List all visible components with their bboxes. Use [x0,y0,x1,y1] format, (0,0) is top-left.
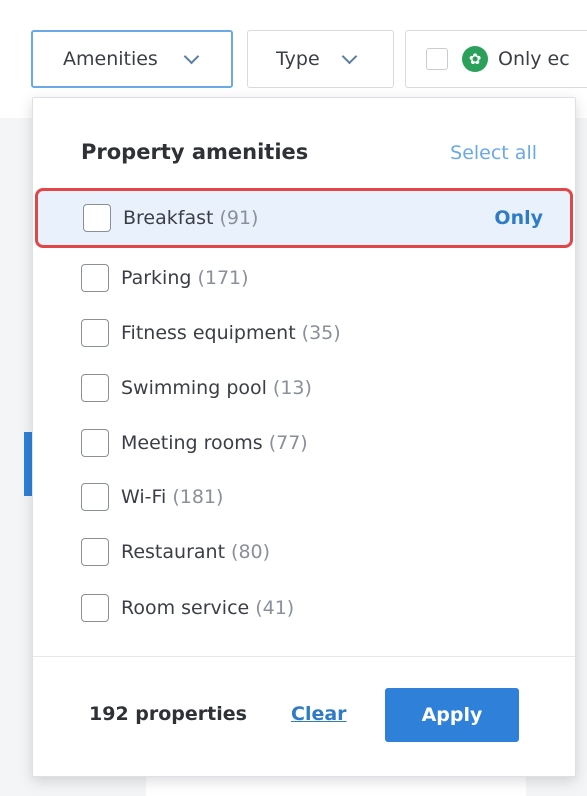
checkbox[interactable] [81,319,109,347]
type-filter-label: Type [276,48,320,70]
option-label: Fitness equipment [121,322,296,344]
amenity-option-fitness[interactable]: Fitness equipment (35) [35,305,573,361]
chevron-down-icon [183,48,200,64]
select-all-link[interactable]: Select all [450,142,537,164]
clear-link[interactable]: Clear [291,703,347,725]
eco-checkbox[interactable] [426,48,448,70]
checkbox[interactable] [83,204,111,232]
option-count: (181) [172,486,224,508]
amenity-option-pool[interactable]: Swimming pool (13) [35,360,573,416]
option-count: (91) [219,207,259,229]
checkbox[interactable] [81,594,109,622]
property-count: 192 properties [89,703,247,725]
only-link[interactable]: Only [494,207,543,229]
leaf-icon: ✿ [462,46,488,72]
amenities-filter-button[interactable]: Amenities [31,30,233,88]
type-filter-button[interactable]: Type [247,30,394,88]
dropdown-title: Property amenities [81,140,309,164]
dropdown-header: Property amenities Select all [33,98,575,190]
eco-filter-label: Only ec [498,48,570,70]
option-count: (80) [231,541,271,563]
option-count: (171) [197,267,249,289]
checkbox[interactable] [81,483,109,511]
amenity-option-room-service[interactable]: Room service (41) [35,580,573,636]
option-label: Meeting rooms [121,432,263,454]
amenity-option-breakfast[interactable]: Breakfast (91) Only [35,188,573,248]
option-label: Restaurant [121,541,226,563]
checkbox[interactable] [81,374,109,402]
amenity-option-wifi[interactable]: Wi-Fi (181) [35,469,573,525]
option-label: Swimming pool [121,377,267,399]
eco-filter-toggle[interactable]: ✿ Only ec [405,30,587,88]
checkbox[interactable] [81,429,109,457]
amenity-option-meeting-rooms[interactable]: Meeting rooms (77) [35,415,573,471]
apply-button[interactable]: Apply [385,688,519,742]
footer-divider [33,656,575,657]
amenity-option-parking[interactable]: Parking (171) [35,250,573,306]
amenity-option-restaurant[interactable]: Restaurant (80) [35,524,573,580]
amenities-dropdown: Property amenities Select all Breakfast … [32,97,576,777]
option-label: Room service [121,597,250,619]
amenities-filter-label: Amenities [63,48,158,70]
option-count: (77) [268,432,308,454]
option-label: Breakfast [123,207,214,229]
checkbox[interactable] [81,538,109,566]
checkbox[interactable] [81,264,109,292]
option-count: (41) [255,597,295,619]
chevron-down-icon [341,48,357,64]
option-count: (13) [272,377,312,399]
option-label: Wi-Fi [121,486,167,508]
option-label: Parking [121,267,192,289]
option-count: (35) [301,322,341,344]
background-accent [24,432,32,496]
